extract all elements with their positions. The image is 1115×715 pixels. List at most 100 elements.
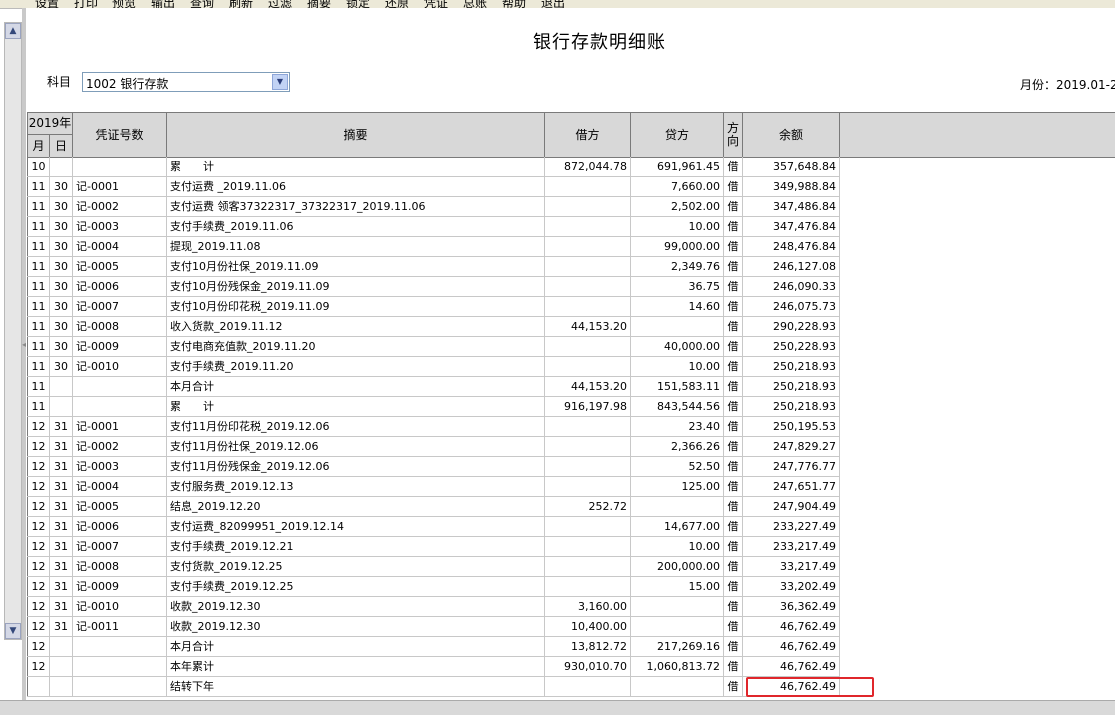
cell-balance: 250,195.53 xyxy=(743,417,840,436)
cell-voucher xyxy=(73,677,167,696)
cell-debit xyxy=(545,457,631,476)
table-row[interactable]: 11 30 记-0005 支付10月份社保_2019.11.09 2,349.76 借 24… xyxy=(27,257,840,277)
cell-direction: 借 xyxy=(724,597,743,616)
cell-credit: 1,060,813.72 xyxy=(631,657,724,676)
cell-month: 12 xyxy=(27,597,50,616)
cell-direction: 借 xyxy=(724,537,743,556)
cell-debit xyxy=(545,517,631,536)
cell-month: 11 xyxy=(27,217,50,236)
cell-day: 30 xyxy=(50,317,73,336)
cell-debit xyxy=(545,677,631,696)
table-row[interactable]: 10 累 计 872,044.78 691,961.45 借 357,648.84 xyxy=(27,157,840,177)
cell-credit: 2,366.26 xyxy=(631,437,724,456)
cell-voucher: 记-0008 xyxy=(73,557,167,576)
cell-balance: 247,904.49 xyxy=(743,497,840,516)
cell-debit: 13,812.72 xyxy=(545,637,631,656)
cell-day: 30 xyxy=(50,357,73,376)
table-row[interactable]: 11 本月合计 44,153.20 151,583.11 借 250,218.93 xyxy=(27,377,840,397)
cell-direction: 借 xyxy=(724,557,743,576)
table-row[interactable]: 11 30 记-0010 支付手续费_2019.11.20 10.00 借 250,218.… xyxy=(27,357,840,377)
cell-credit: 217,269.16 xyxy=(631,637,724,656)
cell-month: 12 xyxy=(27,517,50,536)
cell-voucher: 记-0010 xyxy=(73,597,167,616)
cell-voucher: 记-0010 xyxy=(73,357,167,376)
table-row[interactable]: 12 31 记-0002 支付11月份社保_2019.12.06 2,366.26 借 24… xyxy=(27,437,840,457)
cell-day: 31 xyxy=(50,597,73,616)
cell-month: 12 xyxy=(27,497,50,516)
cell-debit xyxy=(545,277,631,296)
cell-debit: 44,153.20 xyxy=(545,377,631,396)
cell-balance: 250,218.93 xyxy=(743,377,840,396)
table-row[interactable]: 11 30 记-0002 支付运费 领客37322317_37322317_2019.… xyxy=(27,197,840,217)
cell-summary: 本月合计 xyxy=(167,637,545,656)
table-row[interactable]: 12 本年累计 930,010.70 1,060,813.72 借 46,762.49 xyxy=(27,657,840,677)
table-row[interactable]: 12 31 记-0007 支付手续费_2019.12.21 10.00 借 233,217.… xyxy=(27,537,840,557)
cell-month: 12 xyxy=(27,617,50,636)
cell-direction: 借 xyxy=(724,637,743,656)
table-row[interactable]: 11 30 记-0004 提现_2019.11.08 99,000.00 借 248,476… xyxy=(27,237,840,257)
cell-credit: 10.00 xyxy=(631,537,724,556)
cell-credit: 2,349.76 xyxy=(631,257,724,276)
cell-balance: 33,217.49 xyxy=(743,557,840,576)
header-day: 日 xyxy=(50,135,73,157)
table-row[interactable]: 12 31 记-0003 支付11月份残保金_2019.12.06 52.50 借 247,… xyxy=(27,457,840,477)
cell-summary: 累 计 xyxy=(167,397,545,416)
cell-day xyxy=(50,677,73,696)
table-row[interactable]: 12 31 记-0005 结息_2019.12.20 252.72 借 247,904.49 xyxy=(27,497,840,517)
cell-month: 11 xyxy=(27,297,50,316)
subject-select[interactable]: 1002 银行存款 ▼ xyxy=(82,72,290,92)
cell-credit: 14.60 xyxy=(631,297,724,316)
vertical-scrollbar[interactable]: ▲ ▼ xyxy=(4,22,22,640)
table-row[interactable]: 11 30 记-0008 收入货款_2019.11.12 44,153.20 借 290,2… xyxy=(27,317,840,337)
cell-day xyxy=(50,397,73,416)
scroll-down-arrow-icon[interactable]: ▼ xyxy=(5,623,21,639)
cell-direction: 借 xyxy=(724,477,743,496)
cell-credit: 10.00 xyxy=(631,217,724,236)
cell-credit: 843,544.56 xyxy=(631,397,724,416)
cell-credit: 99,000.00 xyxy=(631,237,724,256)
cell-voucher xyxy=(73,397,167,416)
table-row[interactable]: 12 31 记-0004 支付服务费_2019.12.13 125.00 借 247,651… xyxy=(27,477,840,497)
header-voucher: 凭证号数 xyxy=(73,113,167,157)
cell-month: 12 xyxy=(27,557,50,576)
table-row[interactable]: 11 30 记-0001 支付运费 _2019.11.06 7,660.00 借 349,9… xyxy=(27,177,840,197)
table-row[interactable]: 12 本月合计 13,812.72 217,269.16 借 46,762.49 xyxy=(27,637,840,657)
cell-summary: 支付手续费_2019.11.20 xyxy=(167,357,545,376)
cell-summary: 收入货款_2019.11.12 xyxy=(167,317,545,336)
cell-debit xyxy=(545,237,631,256)
cell-voucher: 记-0004 xyxy=(73,237,167,256)
table-row[interactable]: 12 31 记-0009 支付手续费_2019.12.25 15.00 借 33,202.4… xyxy=(27,577,840,597)
table-row[interactable]: 11 30 记-0007 支付10月份印花税_2019.11.09 14.60 借 246,… xyxy=(27,297,840,317)
table-row[interactable]: 12 31 记-0006 支付运费_82099951_2019.12.14 14,677… xyxy=(27,517,840,537)
cell-voucher: 记-0003 xyxy=(73,457,167,476)
cell-voucher: 记-0006 xyxy=(73,277,167,296)
cell-voucher: 记-0002 xyxy=(73,437,167,456)
month-range: 月份：2019.01-20 xyxy=(1020,78,1115,92)
cell-month: 12 xyxy=(27,477,50,496)
table-row[interactable]: 11 30 记-0009 支付电商充值款_2019.11.20 40,000.00 借 25… xyxy=(27,337,840,357)
cell-credit xyxy=(631,677,724,696)
cell-month: 10 xyxy=(27,157,50,176)
cell-voucher: 记-0001 xyxy=(73,417,167,436)
table-row[interactable]: 11 30 记-0003 支付手续费_2019.11.06 10.00 借 347,476.… xyxy=(27,217,840,237)
table-row[interactable]: 11 30 记-0006 支付10月份残保金_2019.11.09 36.75 借 246,… xyxy=(27,277,840,297)
cell-credit xyxy=(631,317,724,336)
table-row[interactable]: 12 31 记-0001 支付11月份印花税_2019.12.06 23.40 借 250,… xyxy=(27,417,840,437)
table-row[interactable]: 12 31 记-0010 收款_2019.12.30 3,160.00 借 36,362.4… xyxy=(27,597,840,617)
table-row[interactable]: 12 31 记-0011 收款_2019.12.30 10,400.00 借 46,762.… xyxy=(27,617,840,637)
chevron-down-icon[interactable]: ▼ xyxy=(272,74,288,90)
cell-debit xyxy=(545,577,631,596)
cell-credit: 40,000.00 xyxy=(631,337,724,356)
cell-balance: 246,127.08 xyxy=(743,257,840,276)
cell-balance: 246,090.33 xyxy=(743,277,840,296)
cell-day: 31 xyxy=(50,557,73,576)
scroll-up-arrow-icon[interactable]: ▲ xyxy=(5,23,21,39)
cell-balance: 248,476.84 xyxy=(743,237,840,256)
table-row[interactable]: 结转下年借 46,762.49 xyxy=(27,677,840,697)
cell-summary: 支付货款_2019.12.25 xyxy=(167,557,545,576)
cell-month: 11 xyxy=(27,357,50,376)
cell-direction: 借 xyxy=(724,377,743,396)
table-row[interactable]: 12 31 记-0008 支付货款_2019.12.25 200,000.00 借 33,2… xyxy=(27,557,840,577)
cell-month: 11 xyxy=(27,317,50,336)
table-row[interactable]: 11 累 计 916,197.98 843,544.56 借 250,218.93 xyxy=(27,397,840,417)
